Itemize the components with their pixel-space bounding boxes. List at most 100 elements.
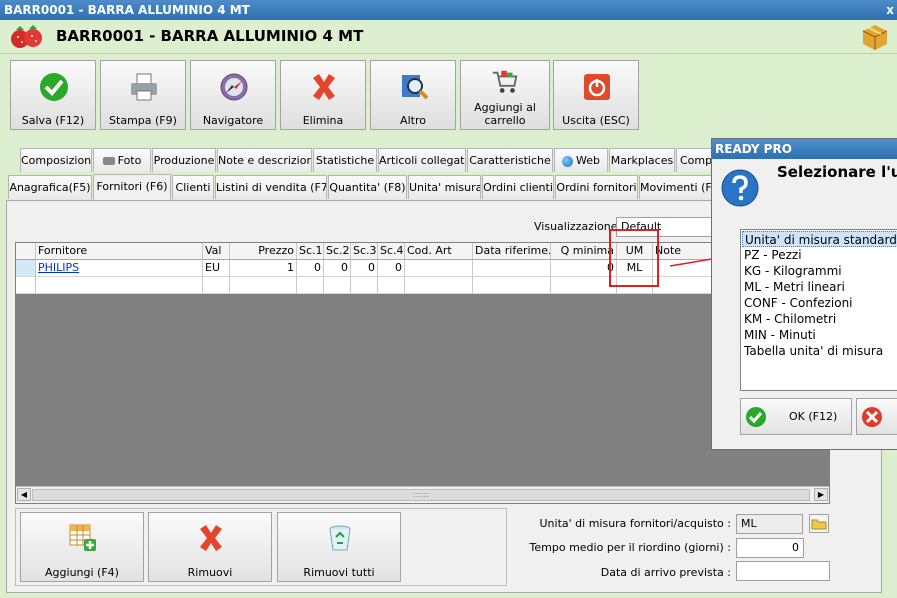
col-cod-art[interactable]: Cod. Art: [405, 243, 473, 259]
dialog-title: READY PRO: [712, 139, 897, 159]
tab-foto[interactable]: Foto: [93, 148, 151, 172]
tab-note-descrizioni[interactable]: Note e descrizioni: [217, 148, 312, 172]
new-cell[interactable]: [473, 277, 551, 293]
ok-button-label: OK (F12): [789, 410, 838, 423]
list-item[interactable]: KM - Chilometri: [742, 311, 897, 327]
remove-all-button[interactable]: Rimuovi tutti: [277, 512, 401, 582]
new-cell[interactable]: [297, 277, 324, 293]
col-sc1[interactable]: Sc.1: [297, 243, 324, 259]
col-sc4[interactable]: Sc.4: [378, 243, 405, 259]
tab-statistiche[interactable]: Statistiche: [313, 148, 377, 172]
tab-web[interactable]: Web: [554, 148, 608, 172]
page-title: BARR0001 - BARRA ALLUMINIO 4 MT: [56, 27, 364, 45]
add-button[interactable]: Aggiungi (F4): [20, 512, 144, 582]
tab-clienti[interactable]: Clienti: [172, 175, 214, 199]
col-fornitore[interactable]: Fornitore: [36, 243, 203, 259]
new-cell[interactable]: [324, 277, 351, 293]
list-item[interactable]: KG - Kilogrammi: [742, 263, 897, 279]
remove-button-label: Rimuovi: [187, 566, 233, 579]
um-supplier-field[interactable]: ML: [736, 514, 803, 534]
cell-sc1[interactable]: 0: [297, 260, 324, 276]
more-button[interactable]: Altro: [370, 60, 456, 130]
new-cell[interactable]: [405, 277, 473, 293]
tab-unita-misura[interactable]: Unita' misura: [408, 175, 481, 199]
folder-icon[interactable]: [809, 514, 829, 533]
cell-prezzo[interactable]: 1: [230, 260, 297, 276]
ok-button[interactable]: OK (F12): [740, 398, 852, 435]
delete-button[interactable]: Elimina: [280, 60, 366, 130]
delete-button-label: Elimina: [302, 114, 344, 127]
tab-fornitori[interactable]: Fornitori (F6): [93, 174, 171, 200]
scroll-right-arrow-icon[interactable]: ▶: [814, 488, 828, 501]
tab-foto-label: Foto: [117, 154, 142, 167]
scroll-thumb[interactable]: ::::::: [32, 489, 810, 501]
horizontal-scrollbar[interactable]: ◀ :::::: ▶: [16, 486, 829, 503]
tab-markplaces[interactable]: Markplaces: [609, 148, 675, 172]
save-button[interactable]: Salva (F12): [10, 60, 96, 130]
add-to-cart-button[interactable]: Aggiungi al carrello: [460, 60, 550, 130]
reorder-time-field[interactable]: 0: [736, 538, 804, 558]
checkmark-icon: [746, 407, 766, 427]
col-val[interactable]: Val: [203, 243, 230, 259]
cell-sc3[interactable]: 0: [351, 260, 378, 276]
col-q-minima[interactable]: Q minima: [551, 243, 617, 259]
globe-icon: [562, 155, 573, 167]
compass-icon: [220, 73, 248, 101]
row-indicator: [16, 260, 36, 276]
tab-movimenti[interactable]: Movimenti (F1: [639, 175, 716, 199]
cell-q-minima[interactable]: 0: [551, 260, 617, 276]
exit-button-label: Uscita (ESC): [562, 114, 630, 127]
new-cell[interactable]: [351, 277, 378, 293]
tab-produzione[interactable]: Produzione: [152, 148, 216, 172]
new-cell[interactable]: [36, 277, 203, 293]
tab-comp[interactable]: Comp: [676, 148, 716, 172]
remove-button[interactable]: Rimuovi: [148, 512, 272, 582]
col-sc2[interactable]: Sc.2: [324, 243, 351, 259]
list-item[interactable]: Unita' di misura standard: [742, 231, 897, 247]
tab-articoli-collegati[interactable]: Articoli collegati: [378, 148, 466, 172]
new-cell[interactable]: [203, 277, 230, 293]
list-item[interactable]: CONF - Confezioni: [742, 295, 897, 311]
arrival-date-field[interactable]: [736, 561, 830, 581]
new-cell[interactable]: [378, 277, 405, 293]
table-row-new[interactable]: [16, 277, 829, 294]
new-cell[interactable]: [551, 277, 617, 293]
cell-sc4[interactable]: 0: [378, 260, 405, 276]
scroll-left-arrow-icon[interactable]: ◀: [17, 488, 31, 501]
more-button-label: Altro: [400, 114, 426, 127]
close-icon[interactable]: x: [886, 0, 894, 20]
new-cell[interactable]: [653, 277, 713, 293]
cell-fornitore-link[interactable]: PHILIPS: [36, 260, 203, 276]
remove-x-icon: [200, 525, 222, 551]
tab-ordini-clienti[interactable]: Ordini clienti: [482, 175, 554, 199]
cell-data-riferimento[interactable]: [473, 260, 551, 276]
package-icon[interactable]: [861, 24, 889, 50]
tab-quantita[interactable]: Quantita' (F8): [328, 175, 407, 199]
tab-caratteristiche[interactable]: Caratteristiche: [467, 148, 553, 172]
tab-anagrafica[interactable]: Anagrafica(F5): [8, 175, 92, 199]
arrival-date-label: Data di arrivo prevista :: [600, 566, 731, 579]
window-titlebar: BARR0001 - BARRA ALLUMINIO 4 MT x: [0, 0, 897, 20]
exit-button[interactable]: Uscita (ESC): [553, 60, 639, 130]
col-data-riferimento[interactable]: Data riferime...: [473, 243, 551, 259]
col-prezzo[interactable]: Prezzo: [230, 243, 297, 259]
unit-listbox[interactable]: Unita' di misura standard PZ - Pezzi KG …: [740, 229, 897, 391]
checkmark-icon: [40, 73, 68, 101]
tab-composizioni[interactable]: Composizioni: [20, 148, 92, 172]
tab-ordini-fornitori[interactable]: Ordini fornitori: [555, 175, 638, 199]
list-item[interactable]: MIN - Minuti: [742, 327, 897, 343]
new-cell[interactable]: [230, 277, 297, 293]
navigator-button[interactable]: Navigatore: [190, 60, 276, 130]
tab-listini-vendita[interactable]: Listini di vendita (F7): [215, 175, 327, 199]
list-item[interactable]: Tabella unita' di misura: [742, 343, 897, 359]
cell-val[interactable]: EU: [203, 260, 230, 276]
list-item[interactable]: PZ - Pezzi: [742, 247, 897, 263]
cell-sc2[interactable]: 0: [324, 260, 351, 276]
um-highlight-box: [609, 229, 659, 287]
cancel-button[interactable]: [856, 398, 897, 435]
col-sc3[interactable]: Sc.3: [351, 243, 378, 259]
cell-cod-art[interactable]: [405, 260, 473, 276]
question-icon: [721, 169, 759, 207]
print-button[interactable]: Stampa (F9): [100, 60, 186, 130]
list-item[interactable]: ML - Metri lineari: [742, 279, 897, 295]
